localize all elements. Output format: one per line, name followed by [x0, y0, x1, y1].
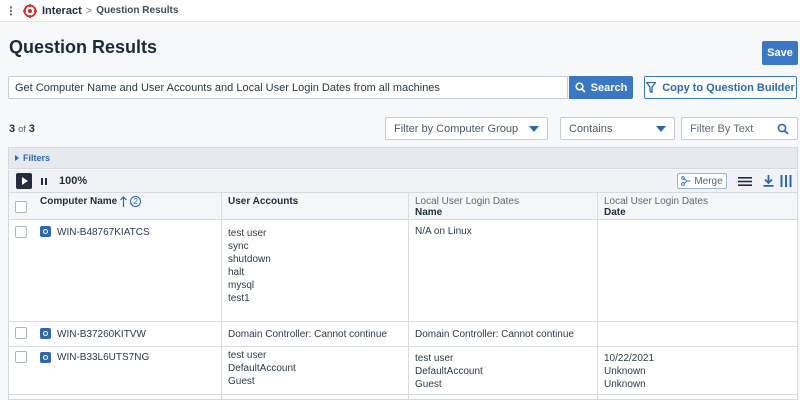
user-accounts-cell: test user sync shutdown halt mysql test1 — [228, 228, 271, 304]
columns-icon[interactable] — [779, 173, 793, 189]
user-accounts-cell: Domain Controller: Cannot continue — [228, 329, 387, 340]
column-group-label: Local User Login Dates — [415, 196, 519, 207]
os-icon — [40, 226, 51, 237]
sort-order-badge: 2 — [130, 196, 142, 207]
login-name-cell: test user DefaultAccount Guest — [415, 353, 483, 390]
column-group-label: Local User Login Dates — [604, 196, 708, 207]
breadcrumb-current: Question Results — [96, 5, 179, 16]
funnel-icon — [646, 82, 657, 93]
results-shown: 3 — [9, 123, 16, 135]
search-button[interactable]: Search — [569, 76, 633, 99]
login-date-cell: 10/22/2021 Unknown Unknown — [604, 353, 655, 390]
page-title: Question Results — [9, 37, 158, 57]
search-button-label: Search — [590, 81, 628, 94]
top-bar: ⋮ Interact > Question Results — [0, 0, 800, 22]
column-header-login-date[interactable]: Local User Login Dates Date — [604, 196, 708, 218]
magnifier-icon[interactable] — [777, 123, 789, 135]
kebab-menu-icon[interactable]: ⋮ — [3, 0, 19, 22]
match-mode-select[interactable]: Contains — [560, 117, 675, 140]
select-all-checkbox[interactable] — [15, 201, 27, 213]
column-header-login-name[interactable]: Local User Login Dates Name — [415, 196, 519, 218]
interact-logo-icon — [23, 3, 37, 18]
results-count: 3 of 3 — [9, 123, 35, 135]
progress-percent: 100% — [59, 175, 88, 187]
filter-text-placeholder: Filter By Text — [690, 122, 754, 135]
computer-group-select-value: Filter by Computer Group — [394, 122, 519, 135]
column-header-computer-name[interactable]: Computer Name 2 — [40, 196, 142, 207]
breadcrumb-app[interactable]: Interact — [42, 5, 82, 17]
computer-name-cell: WIN-B48767KIATCS — [57, 227, 150, 238]
search-icon — [575, 82, 586, 93]
results-toolbar: 100% Merge — [8, 170, 798, 192]
save-button[interactable]: Save — [762, 41, 798, 65]
login-name-cell: N/A on Linux — [415, 226, 472, 237]
os-icon — [40, 352, 51, 363]
merge-icon — [681, 176, 691, 186]
results-of: of — [18, 124, 26, 134]
chevron-down-icon — [656, 125, 666, 132]
os-icon — [40, 328, 51, 339]
copy-to-question-builder-button[interactable]: Copy to Question Builder — [644, 76, 797, 99]
match-mode-select-value: Contains — [569, 122, 613, 135]
download-icon[interactable] — [761, 173, 775, 189]
copy-button-label: Copy to Question Builder — [662, 81, 795, 94]
row-checkbox[interactable] — [15, 351, 27, 363]
row-checkbox[interactable] — [15, 327, 27, 339]
chevron-right-icon — [15, 155, 19, 161]
results-total: 3 — [28, 123, 35, 135]
sort-up-icon[interactable] — [120, 196, 128, 207]
column-header-user-accounts[interactable]: User Accounts — [228, 196, 298, 207]
merge-label: Merge — [694, 175, 723, 187]
column-label-computer-name: Computer Name — [40, 196, 118, 207]
play-icon[interactable] — [16, 173, 32, 189]
user-accounts-cell: test user DefaultAccount Guest — [228, 350, 296, 387]
computer-name-cell: WIN-B33L6UTS7NG — [57, 352, 150, 363]
pause-icon[interactable] — [36, 173, 52, 189]
filters-label: Filters — [23, 153, 51, 163]
filter-text-input[interactable]: Filter By Text — [681, 117, 798, 140]
question-input[interactable]: Get Computer Name and User Accounts and … — [8, 76, 568, 99]
filters-toggle[interactable]: Filters — [8, 147, 798, 169]
column-label-login-name: Name — [415, 207, 443, 218]
column-label-login-date: Date — [604, 207, 626, 218]
results-table: Computer Name 2 User Accounts Local User… — [8, 192, 798, 400]
row-checkbox[interactable] — [15, 226, 27, 238]
chevron-down-icon — [529, 125, 539, 132]
merge-button[interactable]: Merge — [677, 173, 727, 189]
login-name-cell: Domain Controller: Cannot continue — [415, 329, 574, 340]
computer-name-cell: WIN-B37260KITVW — [57, 329, 146, 340]
menu-lines-icon[interactable] — [736, 173, 754, 189]
computer-group-select[interactable]: Filter by Computer Group — [385, 117, 548, 140]
column-label-user-accounts: User Accounts — [228, 196, 299, 207]
breadcrumb-separator: > — [85, 4, 93, 17]
